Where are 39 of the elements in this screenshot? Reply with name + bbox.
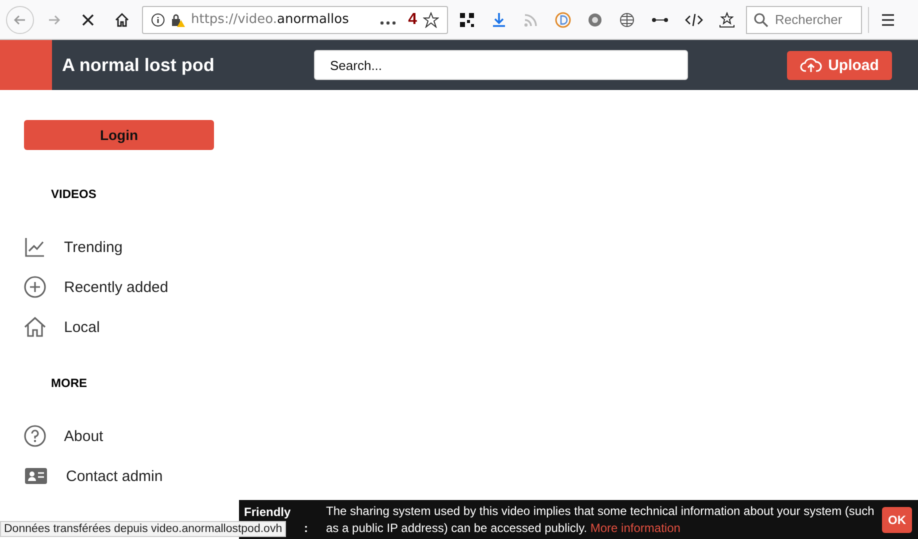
back-button[interactable] (6, 6, 34, 34)
login-button[interactable]: Login (24, 120, 214, 150)
upload-button[interactable]: Upload (787, 50, 892, 80)
contact-card-icon (24, 466, 48, 486)
letter-circle-icon[interactable] (555, 12, 571, 28)
help-icon (24, 425, 46, 447)
bookmark-star-icon[interactable] (423, 12, 439, 28)
close-icon (80, 12, 96, 28)
sidebar-item[interactable]: Trending (24, 235, 224, 259)
info-icon[interactable] (151, 12, 165, 26)
sidebar-item[interactable]: Contact admin (24, 464, 224, 488)
address-bar[interactable]: https://video.anormallos 4 (142, 6, 448, 34)
code-icon[interactable] (685, 12, 703, 28)
site-title[interactable]: A normal lost pod (62, 54, 314, 76)
status-tooltip: Données transférées depuis video.anormallostpod.ovh (0, 521, 286, 537)
section-heading: VIDEOS (51, 187, 98, 201)
search-field[interactable]: Search... (314, 50, 688, 80)
banner-message: The sharing system used by this video implies that some technical information about your system (such as a public IP address) can be accessed publicly. More information (326, 502, 876, 536)
sidebar-item[interactable]: About (24, 424, 224, 448)
plus-circle-icon (24, 276, 46, 298)
more-information-link[interactable]: More information (590, 520, 680, 534)
home-icon (24, 316, 46, 338)
browser-search-field[interactable]: Rechercher (746, 6, 862, 34)
sidebar-item[interactable]: Recently added (24, 275, 224, 299)
cloud-upload-icon (800, 57, 822, 73)
url-text: https://video.anormallos (191, 12, 350, 27)
globe-icon[interactable] (619, 12, 635, 28)
section-heading: MORE (51, 376, 88, 390)
download-icon[interactable] (491, 12, 507, 28)
menu-icon[interactable] (880, 12, 896, 28)
sidebar-item[interactable]: Local (24, 315, 224, 339)
tray-star-icon[interactable] (719, 12, 735, 28)
qr-code-icon[interactable] (459, 12, 475, 28)
ok-button[interactable]: OK (882, 506, 912, 532)
trend-chart-icon (24, 236, 46, 258)
addon-count[interactable]: 4 (408, 10, 417, 28)
lock-warning-icon[interactable] (171, 12, 185, 26)
banner-label: Friendly (244, 504, 292, 520)
logo-block (0, 40, 52, 90)
